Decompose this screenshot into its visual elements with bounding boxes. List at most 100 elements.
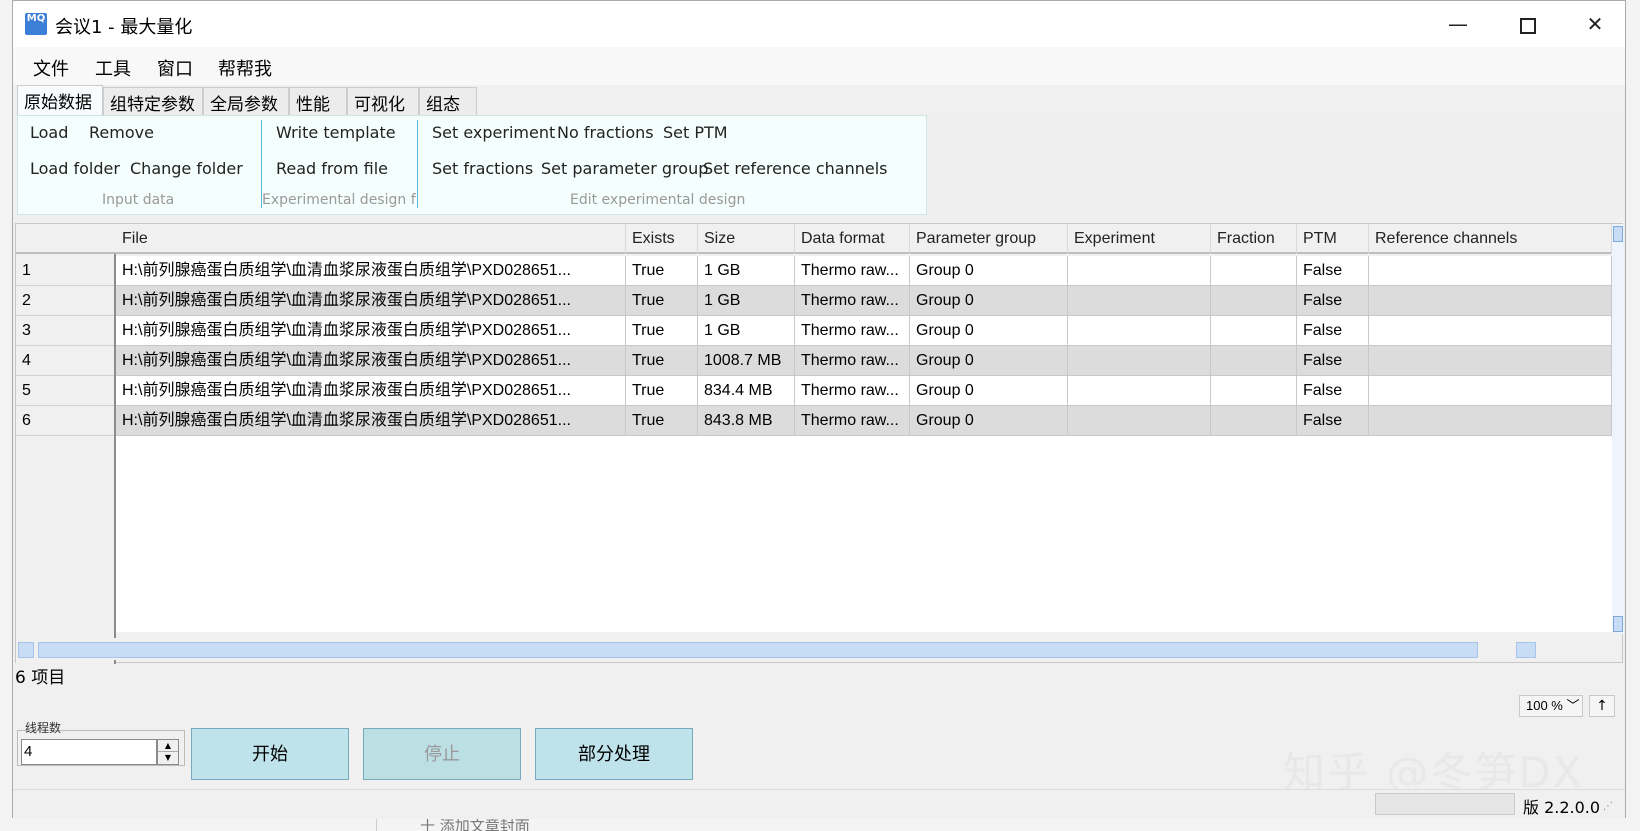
minimize-button[interactable]: — bbox=[1428, 5, 1488, 43]
row-number[interactable]: 1 bbox=[16, 256, 114, 286]
set-experiment-button[interactable]: Set experiment bbox=[432, 123, 555, 142]
column-header-ptm[interactable]: PTM bbox=[1297, 224, 1369, 254]
cell-exists[interactable]: True bbox=[626, 286, 698, 316]
row-number[interactable]: 4 bbox=[16, 346, 114, 376]
table-row[interactable]: 4 H:\前列腺癌蛋白质组学\血清血浆尿液蛋白质组学\PXD028651... … bbox=[16, 346, 1612, 376]
cell-exists[interactable]: True bbox=[626, 406, 698, 436]
close-button[interactable]: ✕ bbox=[1565, 5, 1625, 43]
cell-parameter-group[interactable]: Group 0 bbox=[910, 346, 1068, 376]
cell-size[interactable]: 834.4 MB bbox=[698, 376, 795, 406]
cell-data-format[interactable]: Thermo raw... bbox=[795, 286, 910, 316]
cell-file[interactable]: H:\前列腺癌蛋白质组学\血清血浆尿液蛋白质组学\PXD028651... bbox=[116, 316, 626, 346]
cell-parameter-group[interactable]: Group 0 bbox=[910, 376, 1068, 406]
cell-file[interactable]: H:\前列腺癌蛋白质组学\血清血浆尿液蛋白质组学\PXD028651... bbox=[116, 256, 626, 286]
tab-raw-data[interactable]: 原始数据 bbox=[17, 85, 103, 115]
cell-size[interactable]: 1008.7 MB bbox=[698, 346, 795, 376]
scroll-down-button[interactable] bbox=[1613, 616, 1623, 632]
set-fractions-button[interactable]: Set fractions bbox=[432, 159, 533, 178]
cell-exists[interactable]: True bbox=[626, 316, 698, 346]
column-header-reference-channels[interactable]: Reference channels bbox=[1369, 224, 1612, 254]
column-header-experiment[interactable]: Experiment bbox=[1068, 224, 1211, 254]
column-header-exists[interactable]: Exists bbox=[626, 224, 698, 254]
scroll-right-button[interactable] bbox=[1516, 642, 1536, 658]
cell-size[interactable]: 1 GB bbox=[698, 256, 795, 286]
menu-help[interactable]: 帮帮我 bbox=[218, 55, 272, 81]
horizontal-scroll-thumb[interactable] bbox=[38, 642, 1478, 658]
set-reference-channels-button[interactable]: Set reference channels bbox=[703, 159, 888, 178]
table-row[interactable]: 6 H:\前列腺癌蛋白质组学\血清血浆尿液蛋白质组学\PXD028651... … bbox=[16, 406, 1612, 436]
cell-file[interactable]: H:\前列腺癌蛋白质组学\血清血浆尿液蛋白质组学\PXD028651... bbox=[116, 406, 626, 436]
resize-grip-icon[interactable]: ⋰ bbox=[1603, 801, 1613, 812]
start-button[interactable]: 开始 bbox=[191, 728, 349, 780]
set-ptm-button[interactable]: Set PTM bbox=[663, 123, 728, 142]
cell-fraction[interactable] bbox=[1211, 346, 1297, 376]
row-number[interactable]: 5 bbox=[16, 376, 114, 406]
cell-data-format[interactable]: Thermo raw... bbox=[795, 256, 910, 286]
cell-ptm[interactable]: False bbox=[1297, 376, 1369, 406]
change-folder-button[interactable]: Change folder bbox=[130, 159, 243, 178]
tab-global-parameters[interactable]: 全局参数 bbox=[203, 87, 289, 115]
scroll-left-button[interactable] bbox=[18, 642, 34, 658]
stepper-down-icon[interactable]: ▼ bbox=[158, 752, 178, 764]
cell-experiment[interactable] bbox=[1068, 406, 1211, 436]
remove-button[interactable]: Remove bbox=[89, 123, 154, 142]
cell-experiment[interactable] bbox=[1068, 376, 1211, 406]
tab-configuration[interactable]: 组态 bbox=[419, 87, 477, 115]
tab-performance[interactable]: 性能 bbox=[289, 87, 347, 115]
cell-file[interactable]: H:\前列腺癌蛋白质组学\血清血浆尿液蛋白质组学\PXD028651... bbox=[116, 376, 626, 406]
cell-parameter-group[interactable]: Group 0 bbox=[910, 406, 1068, 436]
cell-reference-channels[interactable] bbox=[1369, 256, 1612, 286]
cell-reference-channels[interactable] bbox=[1369, 286, 1612, 316]
cell-experiment[interactable] bbox=[1068, 256, 1211, 286]
cell-experiment[interactable] bbox=[1068, 316, 1211, 346]
cell-size[interactable]: 843.8 MB bbox=[698, 406, 795, 436]
cell-reference-channels[interactable] bbox=[1369, 406, 1612, 436]
cell-experiment[interactable] bbox=[1068, 286, 1211, 316]
cell-parameter-group[interactable]: Group 0 bbox=[910, 316, 1068, 346]
cell-size[interactable]: 1 GB bbox=[698, 316, 795, 346]
stop-button[interactable]: 停止 bbox=[363, 728, 521, 780]
cell-exists[interactable]: True bbox=[626, 346, 698, 376]
cell-data-format[interactable]: Thermo raw... bbox=[795, 406, 910, 436]
scroll-top-button[interactable]: ↑ bbox=[1589, 695, 1615, 717]
column-header-size[interactable]: Size bbox=[698, 224, 795, 254]
table-row[interactable]: 3 H:\前列腺癌蛋白质组学\血清血浆尿液蛋白质组学\PXD028651... … bbox=[16, 316, 1612, 346]
cell-reference-channels[interactable] bbox=[1369, 316, 1612, 346]
column-header-parameter-group[interactable]: Parameter group bbox=[910, 224, 1068, 254]
set-parameter-group-button[interactable]: Set parameter group bbox=[541, 159, 708, 178]
cell-ptm[interactable]: False bbox=[1297, 256, 1369, 286]
cell-parameter-group[interactable]: Group 0 bbox=[910, 286, 1068, 316]
cell-file[interactable]: H:\前列腺癌蛋白质组学\血清血浆尿液蛋白质组学\PXD028651... bbox=[116, 286, 626, 316]
table-row[interactable]: 5 H:\前列腺癌蛋白质组学\血清血浆尿液蛋白质组学\PXD028651... … bbox=[16, 376, 1612, 406]
cell-reference-channels[interactable] bbox=[1369, 376, 1612, 406]
cell-data-format[interactable]: Thermo raw... bbox=[795, 376, 910, 406]
cell-data-format[interactable]: Thermo raw... bbox=[795, 346, 910, 376]
read-from-file-button[interactable]: Read from file bbox=[276, 159, 388, 178]
cell-fraction[interactable] bbox=[1211, 376, 1297, 406]
load-folder-button[interactable]: Load folder bbox=[30, 159, 120, 178]
no-fractions-button[interactable]: No fractions bbox=[557, 123, 654, 142]
cell-exists[interactable]: True bbox=[626, 256, 698, 286]
cell-fraction[interactable] bbox=[1211, 406, 1297, 436]
table-row[interactable]: 1 H:\前列腺癌蛋白质组学\血清血浆尿液蛋白质组学\PXD028651... … bbox=[16, 256, 1612, 286]
write-template-button[interactable]: Write template bbox=[276, 123, 396, 142]
partial-processing-button[interactable]: 部分处理 bbox=[535, 728, 693, 780]
threads-stepper[interactable]: ▲ ▼ bbox=[157, 739, 179, 765]
scroll-up-button[interactable] bbox=[1613, 226, 1623, 242]
tab-group-specific-parameters[interactable]: 组特定参数 bbox=[103, 87, 203, 115]
cell-reference-channels[interactable] bbox=[1369, 346, 1612, 376]
cell-exists[interactable]: True bbox=[626, 376, 698, 406]
cell-ptm[interactable]: False bbox=[1297, 316, 1369, 346]
tab-visualization[interactable]: 可视化 bbox=[347, 87, 419, 115]
cell-data-format[interactable]: Thermo raw... bbox=[795, 316, 910, 346]
row-number[interactable]: 3 bbox=[16, 316, 114, 346]
zoom-select[interactable]: 100 % ﹀ bbox=[1519, 695, 1583, 717]
vertical-scrollbar[interactable] bbox=[1612, 224, 1624, 634]
stepper-up-icon[interactable]: ▲ bbox=[158, 740, 178, 752]
horizontal-scrollbar[interactable] bbox=[16, 638, 1612, 660]
cell-fraction[interactable] bbox=[1211, 256, 1297, 286]
column-header-fraction[interactable]: Fraction bbox=[1211, 224, 1297, 254]
column-header-data-format[interactable]: Data format bbox=[795, 224, 910, 254]
row-number[interactable]: 2 bbox=[16, 286, 114, 316]
table-row[interactable]: 2 H:\前列腺癌蛋白质组学\血清血浆尿液蛋白质组学\PXD028651... … bbox=[16, 286, 1612, 316]
